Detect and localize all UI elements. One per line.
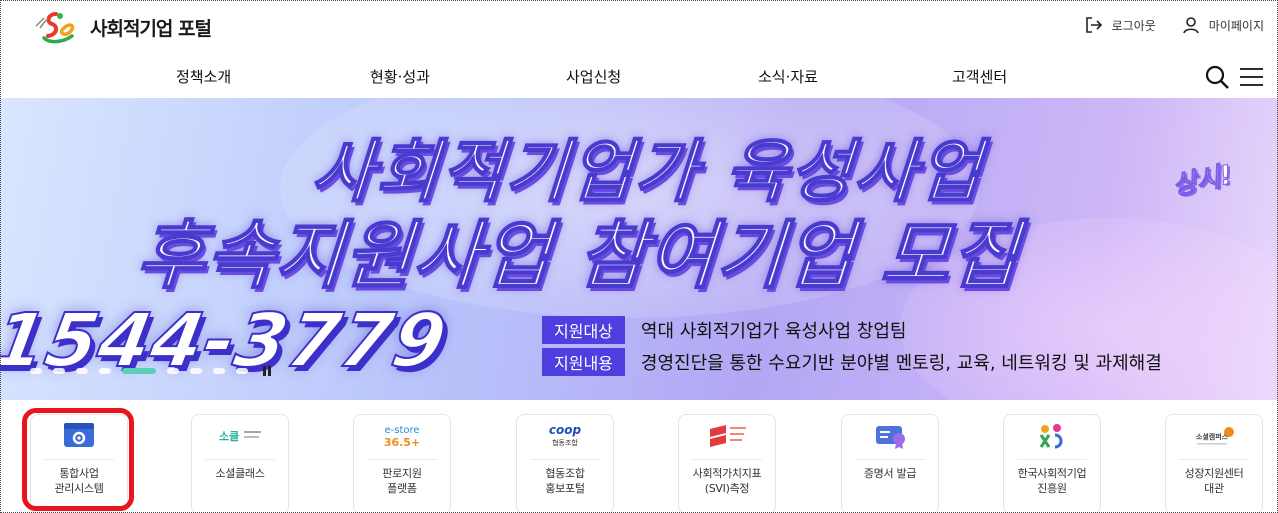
quick-link-label: 증명서 발급 [863, 467, 917, 480]
slide-dot[interactable] [76, 368, 88, 374]
svi-logo-icon [710, 425, 746, 447]
social-campus-logo-icon: 소셜캠퍼스 [1196, 427, 1234, 445]
slide-dot[interactable] [30, 368, 42, 374]
quick-link-integrated-system[interactable]: 통합사업 관리시스템 [30, 414, 128, 513]
quick-link-label: 통합사업 관리시스템 [54, 467, 104, 495]
slide-dot[interactable] [122, 368, 156, 374]
logout-link[interactable]: 로그아웃 [1085, 16, 1156, 34]
mypage-link[interactable]: 마이페이지 [1182, 16, 1264, 34]
main-banner[interactable]: 사회적기업가 육성사업 후속지원사업 참여기업 모집 상시! 1544-3779… [0, 98, 1278, 400]
slide-dot[interactable] [53, 368, 65, 374]
quick-link-certificate[interactable]: 증명서 발급 [841, 414, 939, 513]
user-icon [1183, 17, 1199, 34]
top-bar: 사회적기업 포털 로그아웃 마이페이지 [0, 0, 1278, 56]
slide-dot[interactable] [190, 368, 202, 374]
main-navigation: 정책소개 현황·성과 사업신청 소식·자료 고객센터 [0, 56, 1278, 98]
svg-text:36.5+: 36.5+ [384, 436, 420, 449]
quick-link-label: 협동조합 홍보포털 [545, 467, 585, 495]
banner-info-target: 지원대상 역대 사회적기업가 육성사업 창업팀 [542, 316, 906, 344]
svg-text:coop: coop [549, 423, 582, 437]
se-logo-icon [35, 12, 75, 44]
quick-link-label: 사회적가치지표 (SVI)측정 [692, 467, 762, 495]
hamburger-menu-icon[interactable] [1238, 64, 1264, 90]
logout-label: 로그아웃 [1111, 18, 1156, 33]
slide-dot[interactable] [99, 368, 111, 374]
info-desc: 경영진단을 통한 수요기반 분야별 멘토링, 교육, 네트워킹 및 과제해결 [640, 353, 1162, 374]
quick-link-ksea[interactable]: 한국사회적기업 진흥원 [1003, 414, 1101, 513]
pause-icon[interactable] [263, 366, 271, 376]
site-logo[interactable]: 사회적기업 포털 [30, 8, 212, 46]
svg-text:소셜캠퍼스: 소셜캠퍼스 [1196, 432, 1229, 441]
slide-dot[interactable] [236, 368, 248, 374]
slide-indicator [30, 366, 271, 376]
search-icon[interactable] [1204, 64, 1230, 90]
svg-text:협동조합: 협동조합 [552, 438, 578, 447]
quick-link-label: 판로지원 플랫폼 [382, 467, 422, 495]
quick-link-social-class[interactable]: 소클 소셜클래스 [191, 414, 289, 513]
logo-text: 사회적기업 포털 [90, 17, 212, 40]
utility-menu: 로그아웃 마이페이지 [1059, 16, 1264, 34]
info-desc: 역대 사회적기업가 육성사업 창업팀 [640, 321, 907, 342]
quick-link-estore[interactable]: e-store 36.5+ 판로지원 플랫폼 [353, 414, 451, 513]
quick-link-social-campus[interactable]: 소셜캠퍼스 성장지원센터 대관 [1165, 414, 1263, 513]
info-tag: 지원대상 [542, 316, 625, 344]
quick-link-label: 소셜클래스 [215, 467, 265, 480]
certificate-icon [876, 426, 905, 449]
social-class-logo-icon: 소클 [219, 430, 261, 443]
nav-item-status[interactable]: 현황·성과 [370, 66, 430, 87]
quick-link-coop[interactable]: coop 협동조합 협동조합 홍보포털 [516, 414, 614, 513]
gear-window-icon [64, 423, 94, 447]
slide-dot[interactable] [167, 368, 179, 374]
quick-link-label: 한국사회적기업 진흥원 [1017, 467, 1087, 495]
nav-item-support[interactable]: 고객센터 [952, 66, 1007, 87]
estore-logo-icon: e-store 36.5+ [384, 425, 420, 449]
nav-item-apply[interactable]: 사업신청 [566, 66, 621, 87]
logout-icon [1085, 17, 1102, 33]
slide-dot[interactable] [213, 368, 225, 374]
quick-link-label: 성장지원센터 대관 [1184, 467, 1244, 495]
banner-headline-2: 후속지원사업 참여기업 모집 [133, 212, 1023, 300]
quick-links: 통합사업 관리시스템 소클 소셜클래스 e-store 36.5+ 판로지원 플… [0, 400, 1278, 513]
coop-logo-icon: coop 협동조합 [549, 423, 582, 447]
svg-text:e-store: e-store [384, 425, 419, 436]
mypage-label: 마이페이지 [1208, 18, 1264, 33]
info-tag: 지원내용 [542, 348, 625, 376]
nav-item-policy[interactable]: 정책소개 [176, 66, 231, 87]
svg-text:소클: 소클 [219, 430, 239, 443]
nav-tools [1196, 64, 1264, 90]
banner-info-content: 지원내용 경영진단을 통한 수요기반 분야별 멘토링, 교육, 네트워킹 및 과… [542, 348, 1162, 376]
quick-link-svi[interactable]: 사회적가치지표 (SVI)측정 [678, 414, 776, 513]
ksea-logo-icon [1039, 424, 1063, 449]
nav-item-news[interactable]: 소식·자료 [758, 66, 818, 87]
